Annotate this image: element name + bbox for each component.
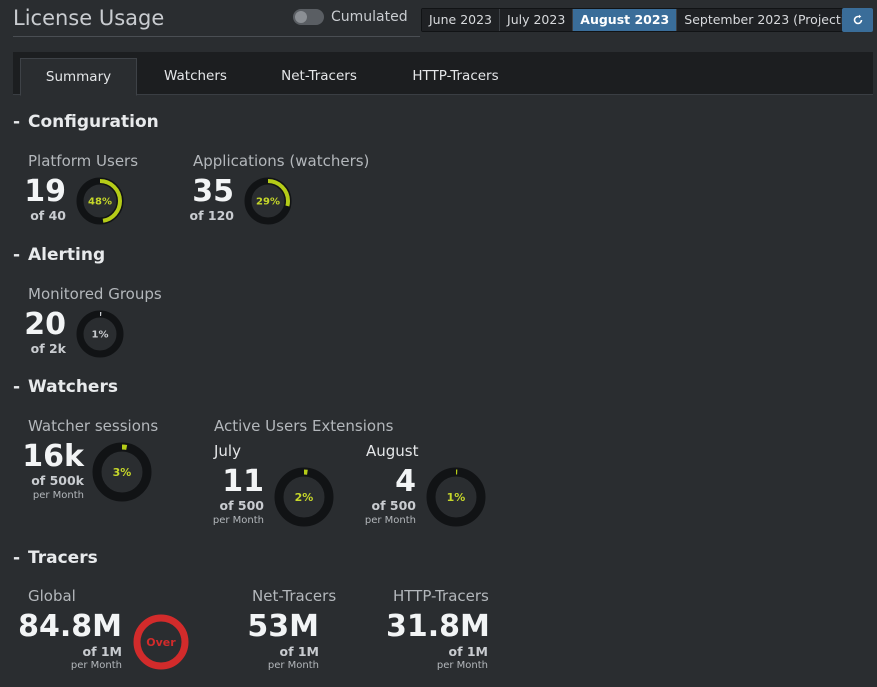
section-tracers-title: Tracers (28, 548, 98, 568)
august-gauge: 1% (426, 467, 486, 527)
watcher-sessions-value: 16k (22, 439, 84, 474)
cumulated-switch[interactable] (293, 9, 324, 25)
net-tracers-label: Net-Tracers (252, 587, 337, 605)
watcher-sessions-label: Watcher sessions (28, 417, 159, 435)
month-selector: June 2023 July 2023 August 2023 Septembe… (421, 8, 873, 32)
platform-users-limit: of 40 (30, 208, 66, 223)
monitored-groups-limit: of 2k (30, 341, 66, 356)
tab-summary[interactable]: Summary (20, 58, 137, 96)
applications-label: Applications (watchers) (193, 152, 370, 170)
platform-users-gauge: 48% (76, 177, 124, 225)
august-limit: of 500 (371, 498, 416, 513)
active-users-extensions-label: Active Users Extensions (214, 417, 394, 435)
global-tracers-period: per Month (70, 660, 122, 671)
august-label: August (366, 442, 419, 460)
july-period: per Month (212, 515, 264, 526)
tab-watchers[interactable]: Watchers (137, 58, 254, 95)
tab-net-tracers[interactable]: Net-Tracers (257, 58, 381, 95)
july-value: 11 (222, 464, 264, 499)
section-alerting[interactable]: - Alerting (13, 245, 105, 265)
platform-users-label: Platform Users (28, 152, 139, 170)
net-tracers-limit: of 1M (279, 644, 319, 659)
net-tracers-value: 53M (247, 609, 319, 644)
svg-text:3%: 3% (113, 466, 132, 479)
tab-http-tracers[interactable]: HTTP-Tracers (388, 58, 523, 95)
section-watchers-title: Watchers (28, 377, 118, 397)
month-june-button[interactable]: June 2023 (422, 9, 501, 31)
section-alerting-title: Alerting (28, 245, 106, 265)
http-tracers-limit: of 1M (448, 644, 488, 659)
july-label: July (214, 442, 241, 460)
svg-text:29%: 29% (256, 197, 280, 208)
svg-text:48%: 48% (88, 197, 112, 208)
watcher-sessions-gauge: 3% (92, 442, 152, 502)
monitored-groups-label: Monitored Groups (28, 285, 162, 303)
global-tracers-over-gauge: Over (132, 613, 190, 671)
http-tracers-period: per Month (436, 660, 488, 671)
monitored-groups-value: 20 (24, 307, 66, 342)
global-tracers-value: 84.8M (18, 609, 122, 644)
cumulated-label: Cumulated (331, 9, 408, 25)
section-configuration-title: Configuration (28, 112, 159, 132)
month-july-button[interactable]: July 2023 (500, 9, 574, 31)
cumulated-toggle[interactable]: Cumulated (293, 9, 408, 25)
august-value: 4 (395, 464, 416, 499)
title-divider (13, 36, 420, 37)
month-august-button[interactable]: August 2023 (573, 9, 678, 31)
july-limit: of 500 (219, 498, 264, 513)
august-period: per Month (364, 515, 416, 526)
collapse-icon: - (13, 245, 21, 265)
net-tracers-period: per Month (267, 660, 319, 671)
watcher-sessions-limit: of 500k (31, 473, 84, 488)
watcher-sessions-period: per Month (32, 490, 84, 501)
svg-text:Over: Over (146, 636, 176, 649)
platform-users-value: 19 (24, 174, 66, 209)
svg-text:1%: 1% (447, 491, 466, 504)
collapse-icon: - (13, 377, 21, 397)
applications-gauge: 29% (244, 177, 292, 225)
svg-text:1%: 1% (92, 330, 109, 341)
collapse-icon: - (13, 548, 21, 568)
section-tracers[interactable]: - Tracers (13, 548, 98, 568)
refresh-button[interactable] (842, 8, 873, 32)
section-configuration[interactable]: - Configuration (13, 112, 159, 132)
http-tracers-label: HTTP-Tracers (393, 587, 489, 605)
collapse-icon: - (13, 112, 21, 132)
monitored-groups-gauge: 1% (76, 310, 124, 358)
section-watchers[interactable]: - Watchers (13, 377, 118, 397)
applications-value: 35 (192, 174, 234, 209)
global-tracers-limit: of 1M (82, 644, 122, 659)
july-gauge: 2% (274, 467, 334, 527)
http-tracers-value: 31.8M (386, 609, 490, 644)
refresh-icon (853, 14, 862, 25)
page-title: License Usage (13, 6, 165, 30)
svg-text:2%: 2% (295, 491, 314, 504)
global-tracers-label: Global (28, 587, 76, 605)
tab-bar: Summary Watchers Net-Tracers HTTP-Tracer… (13, 52, 873, 96)
applications-limit: of 120 (189, 208, 234, 223)
